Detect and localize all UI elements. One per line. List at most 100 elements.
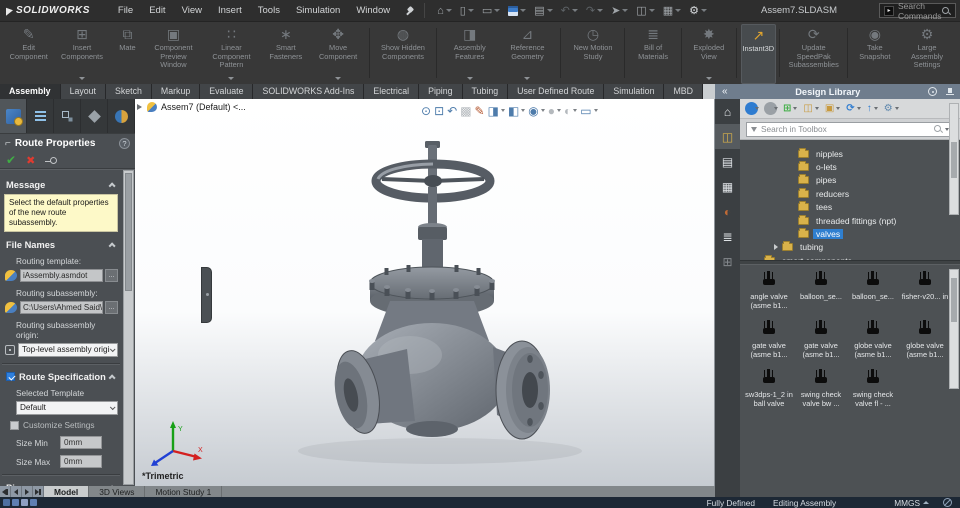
routing-template-field[interactable]: iAssembly.asmdot (20, 269, 103, 282)
dropdown-caret-icon[interactable] (228, 77, 234, 80)
command-tab[interactable]: User Defined Route (508, 84, 604, 99)
command-tab[interactable]: Evaluate (200, 84, 253, 99)
assembly-tree-label[interactable]: Assem7 (Default) <... (161, 102, 246, 112)
scrollbar-thumb[interactable] (951, 278, 957, 322)
dropdown-caret-icon[interactable] (774, 107, 778, 110)
select-button[interactable]: ➤ (609, 3, 630, 18)
cancel-button[interactable]: ✖ (26, 154, 35, 167)
tree-item[interactable]: threaded fittings (npt) (740, 214, 960, 227)
dropdown-caret-icon[interactable] (524, 77, 530, 80)
library-item[interactable]: balloon_se... (795, 269, 847, 318)
units-caret-icon[interactable] (923, 501, 929, 504)
previous-view-button[interactable]: ↶ (447, 103, 457, 119)
panel-scrollbar[interactable] (123, 170, 134, 485)
toggle-button[interactable]: ◫ (634, 3, 656, 18)
dropdown-caret-icon[interactable] (675, 9, 681, 12)
section-view-button[interactable]: ▩ (460, 103, 471, 119)
scrollbar-thumb[interactable] (951, 142, 957, 178)
document-tab[interactable]: Model (44, 486, 89, 497)
view-palette-button[interactable]: ▦ (715, 174, 740, 199)
items-scrollbar[interactable] (949, 269, 959, 389)
tree-item[interactable]: tubing (740, 241, 960, 254)
ribbon-button[interactable]: ⊞ Insert Components (54, 24, 111, 84)
dimxpertmanager-tab[interactable] (81, 99, 108, 133)
menu-item[interactable]: View (174, 2, 210, 19)
dropdown-caret-icon[interactable] (335, 77, 341, 80)
dropdown-caret-icon[interactable] (815, 107, 819, 110)
back-button[interactable]: ← (745, 102, 758, 115)
open-button[interactable]: ▭ (480, 3, 502, 18)
ribbon-button[interactable]: ◨ Assembly Features (441, 24, 499, 84)
ribbon-button[interactable]: ⚙ Large Assembly Settings (898, 24, 956, 84)
panel-splitter-handle[interactable] (201, 267, 212, 323)
dropdown-caret-icon[interactable] (446, 9, 452, 12)
options-gear-button[interactable]: ⚙ (687, 3, 709, 18)
file-explorer-button[interactable]: ▤ (715, 149, 740, 174)
scrollbar-thumb[interactable] (125, 173, 132, 291)
ribbon-button[interactable]: ⊿ Reference Geometry (498, 24, 556, 84)
customize-settings-checkbox[interactable] (10, 421, 19, 430)
origin-dropdown[interactable]: Top-level assembly origin (18, 343, 118, 357)
command-tab[interactable]: Sketch (106, 84, 152, 99)
dropdown-caret-icon[interactable] (857, 107, 861, 110)
propertymanager-tab[interactable] (0, 99, 27, 133)
tree-item[interactable]: valves (740, 227, 960, 240)
command-tab[interactable]: Piping (419, 84, 462, 99)
apply-appearance-button[interactable]: ● (548, 103, 561, 119)
dropdown-caret-icon[interactable] (706, 77, 712, 80)
library-item[interactable]: swing check valve bw ... (795, 367, 847, 416)
ribbon-button[interactable]: ↗ Instant3D (741, 24, 776, 84)
template-dropdown[interactable]: Default (16, 401, 118, 415)
panel-help-icon[interactable]: ? (119, 138, 130, 149)
library-item[interactable]: globe valve (asme b1... (899, 318, 951, 367)
featuremanager-tab[interactable] (27, 99, 54, 133)
dropdown-caret-icon[interactable] (594, 109, 598, 112)
section-header-file-names[interactable]: File Names (2, 238, 120, 251)
library-item[interactable]: balloon_se... (847, 269, 899, 318)
library-item[interactable]: angle valve (asme b1... (743, 269, 795, 318)
dropdown-caret-icon[interactable] (701, 9, 707, 12)
command-tab[interactable]: MBD (664, 84, 703, 99)
forum-button[interactable]: ⊞ (715, 249, 740, 274)
table-button[interactable]: ▦ (661, 3, 683, 18)
ribbon-button[interactable]: ✎ Edit Component (4, 24, 54, 84)
command-tab[interactable]: Tubing (463, 84, 509, 99)
undo-button[interactable]: ↶ (559, 3, 580, 18)
command-tab[interactable]: Assembly (0, 84, 61, 99)
library-item[interactable]: fisher-v20... in (899, 269, 951, 318)
tree-scrollbar[interactable] (949, 103, 959, 215)
view-orientation-button[interactable]: ◨ (488, 103, 505, 119)
document-tab[interactable]: Motion Study 1 (145, 486, 222, 497)
dropdown-caret-icon[interactable] (755, 107, 759, 110)
menu-item[interactable]: Insert (210, 2, 250, 19)
library-item[interactable]: globe valve (asme b1... (847, 318, 899, 367)
toolbox-search-input[interactable]: Search in Toolbox (746, 122, 954, 137)
new-document-button[interactable]: ▯ (458, 3, 476, 18)
ribbon-button[interactable]: ≣ Bill of Materials (629, 24, 676, 84)
dropdown-caret-icon[interactable] (521, 109, 525, 112)
units-indicator[interactable]: MMGS (894, 498, 920, 508)
ribbon-button[interactable]: ∷ Linear Component Pattern (202, 24, 260, 84)
forward-button[interactable]: → (764, 102, 777, 115)
ribbon-button[interactable]: ⟳ Update SpeedPak Subassemblies (785, 24, 843, 84)
browse-button[interactable]: ... (105, 269, 118, 282)
tree-item[interactable]: tees (740, 201, 960, 214)
tree-item[interactable]: smart components (740, 254, 960, 260)
configurationmanager-tab[interactable] (54, 99, 81, 133)
dropdown-caret-icon[interactable] (494, 9, 500, 12)
ribbon-button[interactable]: ▣ Component Preview Window (144, 24, 202, 84)
dropdown-caret-icon[interactable] (573, 109, 577, 112)
library-item[interactable]: gate valve (asme b1... (743, 318, 795, 367)
move-up-button[interactable]: ↑ (867, 103, 878, 114)
graphics-viewport[interactable]: Assem7 (Default) <... ⊙ ⊡ ↶ (135, 99, 715, 486)
dropdown-caret-icon[interactable] (836, 107, 840, 110)
section-header-route-specification[interactable]: Route Specification (2, 370, 120, 383)
search-icon[interactable] (941, 6, 951, 16)
home-button[interactable]: ⌂ (435, 4, 454, 18)
route-spec-checkbox[interactable] (6, 372, 15, 381)
home-button[interactable]: ⌂ (715, 99, 740, 124)
dropdown-caret-icon[interactable] (467, 77, 473, 80)
menu-item[interactable]: Tools (250, 2, 288, 19)
appearances-scenes-button[interactable]: ◐ (715, 199, 740, 224)
displaymanager-tab[interactable] (108, 99, 135, 133)
